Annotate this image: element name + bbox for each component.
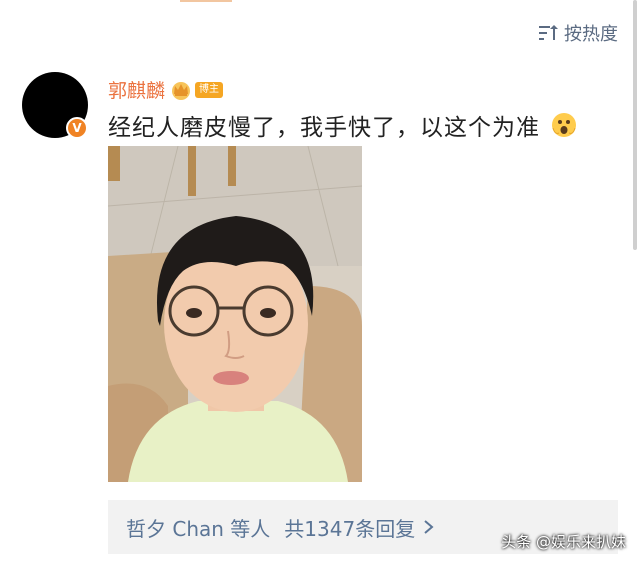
comment-names: 哲夕 Chan 等人	[126, 516, 271, 541]
post-text-row: 经纪人磨皮慢了，我手快了，以这个为准	[108, 108, 578, 142]
sort-icon	[539, 25, 558, 40]
chevron-right-icon	[424, 520, 434, 534]
role-badge: 博主	[195, 81, 224, 98]
verified-icon: V	[66, 117, 88, 139]
comment-count: 共1347条回复	[284, 516, 416, 541]
sort-by-hot-button[interactable]: 按热度	[538, 20, 618, 46]
watermark: 头条 @娱乐来扒妹	[501, 533, 626, 551]
scared-face-emoji-icon	[552, 113, 576, 137]
scrollbar[interactable]	[633, 0, 637, 250]
username[interactable]: 郭麒麟	[108, 76, 165, 103]
post-text: 经纪人磨皮慢了，我手快了，以这个为准	[108, 115, 540, 141]
sort-label: 按热度	[564, 24, 618, 45]
weibo-comment-page: 按热度 V 郭麒麟 博主 经纪人磨皮慢了，我手快了，以这个为准 哲夕 Chan …	[0, 0, 640, 564]
top-tab-indicator	[180, 0, 232, 2]
vip-crown-icon	[172, 81, 191, 100]
user-row: 郭麒麟 博主	[108, 76, 224, 103]
selfie-photo[interactable]	[108, 146, 362, 482]
